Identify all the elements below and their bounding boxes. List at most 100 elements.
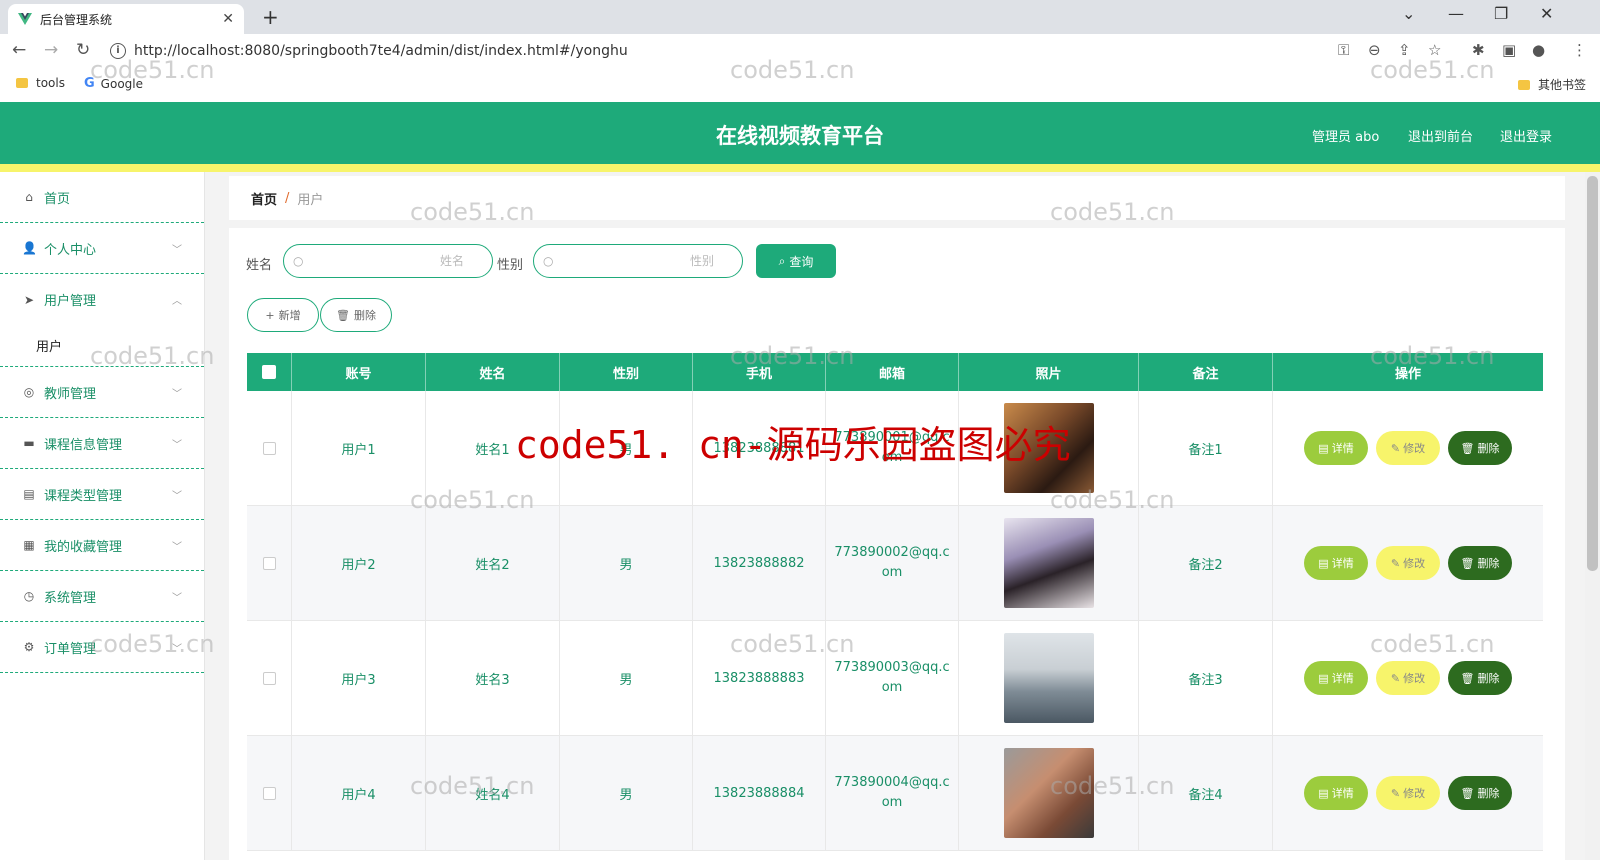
row-checkbox[interactable] <box>262 441 276 455</box>
detail-button[interactable]: ▤ 详情 <box>1304 776 1368 810</box>
sidebar-subitem-user[interactable]: 用户 <box>0 325 204 367</box>
bookmark-google[interactable]: G Google <box>84 76 143 91</box>
query-button[interactable]: ⌕ 查询 <box>756 244 836 278</box>
sidebar-item-orders[interactable]: ⚙ 订单管理 ﹀ <box>0 622 204 673</box>
back-icon[interactable]: ← <box>12 40 26 60</box>
extensions-icon[interactable]: ✱ <box>1472 41 1485 59</box>
sidebar-item-course-info[interactable]: ▬ 课程信息管理 ﹀ <box>0 418 204 469</box>
row-checkbox[interactable] <box>262 786 276 800</box>
close-tab-icon[interactable]: ✕ <box>222 11 234 27</box>
address-bar[interactable]: i http://localhost:8080/springbooth7te4/… <box>110 37 1410 65</box>
sidebar-item-favorites[interactable]: ▦ 我的收藏管理 ﹀ <box>0 520 204 571</box>
email-text: 773890004@qq.com <box>834 775 950 810</box>
detail-label: 详情 <box>1331 672 1354 685</box>
maximize-icon[interactable]: ❐ <box>1494 4 1508 23</box>
name-filter[interactable]: ○ <box>283 244 493 278</box>
sidebar-item-course-type[interactable]: ▤ 课程类型管理 ﹀ <box>0 469 204 520</box>
bookmark-label: tools <box>36 76 65 90</box>
sidebar: ⌂ 首页 👤 个人中心 ﹀ ➤ 用户管理 ︿ 用户 ◎ 教师管理 ﹀ ▬ 课程信… <box>0 172 205 860</box>
delete-label: 删除 <box>1477 787 1500 800</box>
breadcrumb-home[interactable]: 首页 <box>251 189 277 208</box>
sidebar-item-profile[interactable]: 👤 个人中心 ﹀ <box>0 223 204 274</box>
user-icon: 👤 <box>22 241 37 255</box>
column-header: 姓名 <box>426 353 560 391</box>
detail-button[interactable]: ▤ 详情 <box>1304 546 1368 580</box>
column-header: 操作 <box>1394 366 1421 382</box>
account-cell: 用户3 <box>292 621 426 735</box>
bookmark-tools[interactable]: tools <box>16 76 65 90</box>
detail-button[interactable]: ▤ 详情 <box>1304 431 1368 465</box>
delete-button[interactable]: 🗑 删除 <box>1448 431 1512 465</box>
add-button[interactable]: + 新增 <box>247 298 319 332</box>
account-cell: 用户1 <box>292 391 426 505</box>
column-header: 邮箱 <box>826 353 959 391</box>
reload-icon[interactable]: ↻ <box>76 40 90 60</box>
account-cell: 用户4 <box>292 736 426 850</box>
profile-icon[interactable]: ● <box>1532 41 1545 59</box>
batch-delete-button[interactable]: 🗑 删除 <box>320 298 392 332</box>
header-select-all[interactable] <box>247 353 292 391</box>
home-icon: ⌂ <box>25 190 33 204</box>
delete-button[interactable]: 🗑 删除 <box>1448 546 1512 580</box>
sidebar-item-users[interactable]: ➤ 用户管理 ︿ <box>0 274 204 325</box>
edit-icon: ✎ <box>1390 671 1401 685</box>
row-checkbox[interactable] <box>262 671 276 685</box>
edit-button[interactable]: ✎ 修改 <box>1376 546 1440 580</box>
sidebar-item-label: 用户管理 <box>44 294 97 309</box>
name-search-input[interactable] <box>310 251 486 271</box>
table-row: 用户1 姓名1 男 13823888881 773890001@qq.com 备… <box>247 391 1543 506</box>
batch-delete-label: 删除 <box>353 309 376 322</box>
key-icon[interactable]: ⚿ <box>1338 41 1349 59</box>
row-select-cell <box>247 391 292 505</box>
delete-button[interactable]: 🗑 删除 <box>1448 661 1512 695</box>
sidebar-item-label: 个人中心 <box>44 242 97 258</box>
column-header: 手机 <box>693 353 826 391</box>
menu-icon[interactable]: ⋮ <box>1572 41 1587 59</box>
trash-icon: 🗑 <box>1460 441 1475 455</box>
email-cell: 773890003@qq.com <box>826 621 959 735</box>
new-tab-icon[interactable]: + <box>262 5 279 29</box>
sidebar-item-home[interactable]: ⌂ 首页 <box>0 172 204 223</box>
phone-cell: 13823888883 <box>693 621 826 735</box>
scrollbar-thumb[interactable] <box>1587 176 1598 571</box>
minimize-icon[interactable]: — <box>1448 4 1464 23</box>
share-icon[interactable]: ⇪ <box>1398 41 1411 59</box>
forward-icon[interactable]: → <box>44 40 58 60</box>
sidebar-item-teachers[interactable]: ◎ 教师管理 ﹀ <box>0 367 204 418</box>
account-cell: 用户2 <box>292 506 426 620</box>
sidepanel-icon[interactable]: ▣ <box>1502 41 1516 59</box>
row-checkbox[interactable] <box>262 556 276 570</box>
sidebar-item-system[interactable]: ◷ 系统管理 ﹀ <box>0 571 204 622</box>
gender-cell: 男 <box>560 621 693 735</box>
name-filter-label: 姓名 <box>246 258 273 273</box>
select-all-checkbox[interactable] <box>262 365 276 379</box>
star-icon[interactable]: ☆ <box>1428 41 1441 59</box>
gender-filter[interactable]: ○ <box>533 244 743 278</box>
app-header: 在线视频教育平台 管理员 abo 退出到前台 退出登录 <box>0 102 1600 164</box>
zoom-icon[interactable]: ⊖ <box>1368 41 1381 59</box>
logout-link[interactable]: 退出登录 <box>1500 126 1552 145</box>
circle-icon: ◎ <box>23 385 35 399</box>
edit-button[interactable]: ✎ 修改 <box>1376 431 1440 465</box>
other-bookmarks[interactable]: 其他书签 <box>1518 76 1586 93</box>
edit-button[interactable]: ✎ 修改 <box>1376 776 1440 810</box>
delete-button[interactable]: 🗑 删除 <box>1448 776 1512 810</box>
email-cell: 773890004@qq.com <box>826 736 959 850</box>
phone-cell: 13823888881 <box>693 391 826 505</box>
main-content: 首页 / 用户 姓名 ○ 性别 ○ ⌕ 查询 + 新增 🗑 删除 <box>205 172 1585 860</box>
site-info-icon[interactable]: i <box>110 43 126 59</box>
close-window-icon[interactable]: ✕ <box>1540 4 1553 23</box>
detail-button[interactable]: ▤ 详情 <box>1304 661 1368 695</box>
edit-label: 修改 <box>1403 787 1426 800</box>
edit-icon: ✎ <box>1390 441 1401 455</box>
plus-icon: + <box>265 308 275 322</box>
chevron-down-icon: ﹀ <box>172 491 182 502</box>
browser-tab-bar: 后台管理系统 ✕ + ⌄ — ❐ ✕ <box>0 0 1600 34</box>
row-actions: ▤ 详情 ✎ 修改 🗑 删除 <box>1273 391 1543 505</box>
remark-cell: 备注3 <box>1139 621 1273 735</box>
exit-to-front-link[interactable]: 退出到前台 <box>1408 126 1473 145</box>
tab-search-icon[interactable]: ⌄ <box>1402 4 1415 23</box>
gender-search-input[interactable] <box>560 251 736 271</box>
browser-tab[interactable]: 后台管理系统 ✕ <box>8 4 244 34</box>
edit-button[interactable]: ✎ 修改 <box>1376 661 1440 695</box>
